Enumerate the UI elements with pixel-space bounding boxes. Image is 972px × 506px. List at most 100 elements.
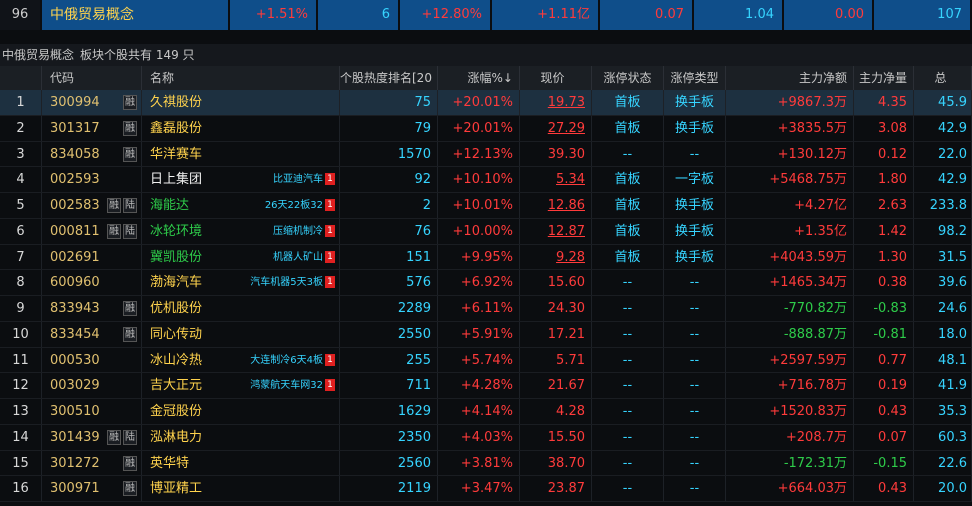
table-row[interactable]: 16 300971 融 博亚精工 2119 +3.47% 23.87 -- -- … [0,476,972,502]
header-limit-status[interactable]: 涨停状态 [592,66,664,90]
stock-code[interactable]: 300510 [42,399,142,424]
header-code[interactable]: 代码 [42,66,142,90]
table-row[interactable]: 9 833943 融 优机股份 2289 +6.11% 24.30 -- -- -… [0,296,972,322]
limit-type: -- [664,424,726,450]
code-text: 002583 [50,198,100,213]
stock-code[interactable]: 002593 [42,167,142,192]
name-text: 金冠股份 [150,404,203,419]
limit-status: 首板 [592,167,664,192]
stock-name[interactable]: 同心传动 [142,321,340,347]
main-net-amount: +208.7万 [726,424,854,450]
stock-name[interactable]: 日上集团 比亚迪汽车 1 [142,167,340,192]
stock-code[interactable]: 600960 [42,270,142,295]
header-main-net[interactable]: 主力净额 [726,66,854,90]
stock-code[interactable]: 833454 融 [42,321,142,347]
concept-label: 机器人矿山 [273,251,323,263]
table-row[interactable]: 7 002691 冀凯股份 机器人矿山 1 151 +9.95% 9.28 首板 换… [0,244,972,271]
flag-icon: 1 [325,379,335,392]
concept-tag[interactable]: 压缩机制冷 1 [273,219,335,244]
concept-label: 26天22板32 [264,200,323,211]
table-row[interactable]: 12 003029 吉大正元 鸿蒙航天车网32 1 711 +4.28% 21.67… [0,373,972,399]
table-row[interactable]: 10 833454 融 同心传动 2550 +5.91% 17.21 -- -- … [0,321,972,348]
code-text: 833943 [50,301,100,316]
stock-name[interactable]: 冰山冷热 大连制冷6天4板 1 [142,347,340,373]
table-row[interactable]: 4 002593 日上集团 比亚迪汽车 1 92 +10.10% 5.34 首板 一… [0,167,972,193]
row-index: 4 [0,167,42,192]
code-text: 301439 [50,429,100,445]
stock-name[interactable]: 优机股份 [142,296,340,321]
limit-type: -- [664,270,726,295]
stock-name[interactable]: 华洋赛车 [142,141,340,167]
flag-icon: 1 [325,250,335,263]
code-text: 003029 [50,378,100,394]
stock-code[interactable]: 000530 [42,347,142,373]
table-row[interactable]: 13 300510 金冠股份 1629 +4.14% 4.28 -- -- +1… [0,399,972,425]
badge-group: 融 [121,476,137,501]
badge-group: 融陆 [105,193,137,218]
change-percent: +5.91% [438,321,520,347]
stock-code[interactable]: 000811 融陆 [42,218,142,244]
total-value: 18.0 [914,321,972,347]
sector-summary-row[interactable]: 96 中俄贸易概念 +1.51% 6 +12.80% +1.11亿 0.07 1… [0,0,972,30]
badge-group: 融 [121,451,137,476]
stock-code[interactable]: 301439 融陆 [42,424,142,450]
sector-col9: 107 [874,0,972,30]
badge-group: 融陆 [105,425,137,450]
stock-name[interactable]: 鑫磊股份 [142,115,340,141]
header-name[interactable]: 名称 [142,66,340,90]
stock-code[interactable]: 300971 融 [42,476,142,501]
stock-name[interactable]: 金冠股份 [142,399,340,424]
badge: 融 [107,223,121,239]
stock-code[interactable]: 003029 [42,373,142,398]
table-row[interactable]: 2 301317 融 鑫磊股份 79 +20.01% 27.29 首板 换手板 +… [0,115,972,142]
concept-tag[interactable]: 汽车机器5天3板 1 [250,270,335,295]
header-price[interactable]: 现价 [520,66,592,90]
header-limit-type[interactable]: 涨停类型 [664,66,726,90]
current-price: 17.21 [520,321,592,347]
concept-tag[interactable]: 大连制冷6天4板 1 [250,348,335,373]
header-main-vol[interactable]: 主力净量 [854,66,914,90]
sector-change: +1.51% [230,0,318,30]
concept-tag[interactable]: 机器人矿山 1 [273,245,335,270]
flag-icon: 1 [325,173,335,186]
header-change[interactable]: 涨幅%↓ [438,66,520,90]
table-row[interactable]: 15 301272 融 英华特 2560 +3.81% 38.70 -- -- -… [0,450,972,477]
limit-type: 换手板 [664,115,726,141]
concept-label: 鸿蒙航天车网32 [250,380,323,392]
table-row[interactable]: 1 300994 融 久祺股份 75 +20.01% 19.73 首板 换手板 +… [0,90,972,116]
stock-code[interactable]: 301272 融 [42,450,142,476]
flag-icon: 1 [325,199,335,211]
table-row[interactable]: 5 002583 融陆 海能达 26天22板32 1 2 +10.01% 12.86 … [0,193,972,219]
stock-name[interactable]: 英华特 [142,450,340,476]
name-text: 渤海汽车 [150,275,203,291]
table-row[interactable]: 3 834058 融 华洋赛车 1570 +12.13% 39.30 -- -- … [0,141,972,168]
header-total[interactable]: 总 [914,66,972,90]
stock-code[interactable]: 833943 融 [42,296,142,321]
stock-name[interactable]: 海能达 26天22板32 1 [142,193,340,218]
stock-name[interactable]: 冰轮环境 压缩机制冷 1 [142,218,340,244]
panel-caption: 中俄贸易概念 板块个股共有 149 只 [0,44,972,66]
stock-name[interactable]: 泓淋电力 [142,424,340,450]
row-index: 12 [0,373,42,398]
concept-tag[interactable]: 比亚迪汽车 1 [273,167,335,192]
stock-code[interactable]: 834058 融 [42,141,142,167]
concept-tag[interactable]: 26天22板32 1 [265,193,335,218]
table-row[interactable]: 14 301439 融陆 泓淋电力 2350 +4.03% 15.50 -- --… [0,424,972,451]
stock-code[interactable]: 002583 融陆 [42,193,142,218]
sector-name[interactable]: 中俄贸易概念 [42,0,230,30]
table-row[interactable]: 8 600960 渤海汽车 汽车机器5天3板 1 576 +6.92% 15.60 … [0,270,972,296]
stock-name[interactable]: 吉大正元 鸿蒙航天车网32 1 [142,373,340,398]
change-percent: +20.01% [438,90,520,115]
stock-code[interactable]: 300994 融 [42,90,142,115]
stock-code[interactable]: 002691 [42,244,142,270]
concept-tag[interactable]: 鸿蒙航天车网32 1 [250,373,335,398]
stock-name[interactable]: 久祺股份 [142,90,340,115]
table-row[interactable]: 11 000530 冰山冷热 大连制冷6天4板 1 255 +5.74% 5.71 … [0,347,972,374]
stock-name[interactable]: 渤海汽车 汽车机器5天3板 1 [142,270,340,295]
stock-name[interactable]: 博亚精工 [142,476,340,501]
header-hot[interactable]: 个股热度排名[20 [340,66,438,90]
table-row[interactable]: 6 000811 融陆 冰轮环境 压缩机制冷 1 76 +10.00% 12.87 首… [0,218,972,245]
sector-col4: +12.80% [400,0,492,30]
stock-name[interactable]: 冀凯股份 机器人矿山 1 [142,244,340,270]
stock-code[interactable]: 301317 融 [42,115,142,141]
